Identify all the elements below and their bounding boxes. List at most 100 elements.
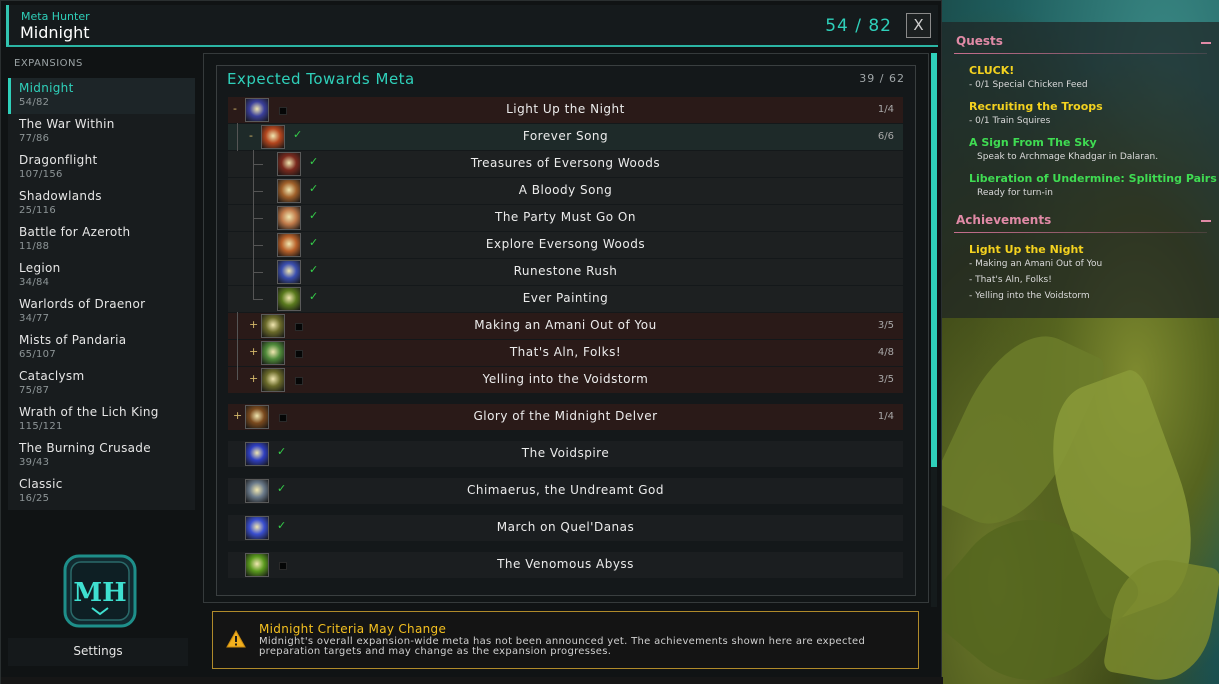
achievement-row[interactable]: ✓ Ever Painting — [228, 285, 903, 312]
achievement-name: Yelling into the Voidstorm — [482, 372, 649, 386]
achievements-divider — [954, 232, 1207, 233]
achievement-row[interactable]: + Yelling into the Voidstorm 3/5 — [228, 366, 903, 393]
sidebar-item[interactable]: Dragonflight 107/156 — [8, 150, 195, 186]
achievement-row[interactable]: ✓ The Voidspire — [228, 441, 903, 467]
achievement-row[interactable]: ✓ Explore Eversong Woods — [228, 231, 903, 259]
expansions-sidebar: EXPANSIONS Midnight 54/82 The War Within 77… — [8, 54, 195, 680]
quests-header[interactable]: Quests — [956, 34, 1003, 48]
achievement-row[interactable]: + Making an Amani Out of You 3/5 — [228, 312, 903, 340]
meta-hunter-logo: MH — [63, 554, 137, 628]
quest-objective: Ready for turn-in — [977, 188, 1053, 198]
sidebar-item-count: 77/86 — [19, 133, 50, 144]
warning-banner: Midnight Criteria May Change Midnight's … — [212, 611, 919, 669]
collapse-quests-icon[interactable] — [1201, 42, 1211, 44]
achievement-row[interactable]: - ✓ Forever Song 6/6 — [228, 123, 903, 151]
page-title: Midnight — [20, 23, 90, 42]
sidebar-item[interactable]: Shadowlands 25/116 — [8, 186, 195, 222]
quest-objective: - 0/1 Special Chicken Feed — [969, 80, 1088, 90]
achievement-name: Ever Painting — [522, 291, 609, 305]
sidebar-item-count: 65/107 — [19, 349, 56, 360]
sidebar-item-count: 11/88 — [19, 241, 50, 252]
scrollbar-track[interactable] — [931, 467, 937, 607]
sidebar-item-label: Dragonflight — [19, 153, 98, 167]
sidebar-item-label: The War Within — [19, 117, 115, 131]
sidebar-item-count: 34/77 — [19, 313, 50, 324]
sidebar-item-count: 75/87 — [19, 385, 50, 396]
sidebar-item-count: 34/84 — [19, 277, 50, 288]
achievement-row[interactable]: ✓ A Bloody Song — [228, 177, 903, 205]
achievement-name: Explore Eversong Woods — [485, 237, 646, 251]
sidebar-item-count: 39/43 — [19, 457, 50, 468]
achievement-name: Glory of the Midnight Delver — [473, 409, 658, 423]
panel-title: Expected Towards Meta — [227, 70, 415, 88]
achievement-row[interactable]: + Glory of the Midnight Delver 1/4 — [228, 404, 903, 430]
close-button[interactable]: X — [906, 13, 931, 38]
achievement-name: Forever Song — [522, 129, 609, 143]
sidebar-item[interactable]: Warlords of Draenor 34/77 — [8, 294, 195, 330]
achievement-progress: 6/6 — [877, 131, 894, 142]
quests-divider — [954, 53, 1207, 54]
sidebar-section-label: EXPANSIONS — [14, 58, 83, 69]
achievement-row[interactable]: The Venomous Abyss — [228, 552, 903, 578]
sidebar-item-label: Wrath of the Lich King — [19, 405, 159, 419]
achievement-row[interactable]: ✓ Treasures of Eversong Woods — [228, 150, 903, 178]
panel-progress: 39 / 62 — [859, 72, 905, 85]
sidebar-item[interactable]: Mists of Pandaria 65/107 — [8, 330, 195, 366]
achievements-header[interactable]: Achievements — [956, 213, 1051, 227]
meta-panel: Expected Towards Meta 39 / 62 - Light Up … — [216, 65, 916, 596]
sidebar-item[interactable]: The War Within 77/86 — [8, 114, 195, 150]
quest-objective: - 0/1 Train Squires — [969, 116, 1051, 126]
achievement-row[interactable]: ✓ March on Quel'Danas — [228, 515, 903, 541]
bottom-edge — [1, 677, 943, 684]
title-bar[interactable]: Meta Hunter Midnight 54 / 82 X — [6, 5, 938, 47]
warning-body: Midnight's overall expansion-wide meta h… — [259, 636, 866, 657]
quest-title[interactable]: Liberation of Undermine: Splitting Pairs — [969, 172, 1217, 185]
warning-title: Midnight Criteria May Change — [259, 622, 447, 636]
achievement-name: That's Aln, Folks! — [509, 345, 622, 359]
achievement-name: Chimaerus, the Undreamt God — [466, 483, 665, 497]
achievement-progress: 4/8 — [877, 347, 894, 358]
sidebar-item[interactable]: Classic 16/25 — [8, 474, 195, 510]
achievement-criteria: - Making an Amani Out of You — [969, 259, 1103, 269]
quest-title[interactable]: A Sign From The Sky — [969, 136, 1097, 149]
achievement-row[interactable]: + That's Aln, Folks! 4/8 — [228, 339, 903, 367]
sidebar-item[interactable]: The Burning Crusade 39/43 — [8, 438, 195, 474]
sidebar-item[interactable]: Battle for Azeroth 11/88 — [8, 222, 195, 258]
achievement-progress: 3/5 — [877, 320, 894, 331]
sidebar-item-count: 54/82 — [19, 97, 50, 108]
sidebar-item-label: Battle for Azeroth — [19, 225, 131, 239]
sidebar-item-label: Midnight — [19, 81, 74, 95]
quest-title[interactable]: CLUCK! — [969, 64, 1014, 77]
sidebar-item[interactable]: Legion 34/84 — [8, 258, 195, 294]
achievement-name: The Party Must Go On — [495, 210, 636, 224]
sidebar-item[interactable]: Wrath of the Lich King 115/121 — [8, 402, 195, 438]
achievement-row[interactable]: ✓ The Party Must Go On — [228, 204, 903, 232]
achievement-progress: 1/4 — [877, 411, 894, 422]
settings-button[interactable]: Settings — [8, 638, 188, 666]
app-name: Meta Hunter — [21, 10, 90, 23]
achievement-progress: 3/5 — [877, 374, 894, 385]
quest-title[interactable]: Recruiting the Troops — [969, 100, 1103, 113]
total-progress: 54 / 82 — [825, 16, 892, 36]
content-area: Expected Towards Meta 39 / 62 - Light Up … — [203, 53, 929, 603]
achievement-row[interactable]: ✓ Runestone Rush — [228, 258, 903, 286]
achievement-criteria: - That's Aln, Folks! — [969, 275, 1052, 285]
achievement-title[interactable]: Light Up the Night — [969, 243, 1084, 256]
scrollbar-thumb[interactable] — [931, 53, 937, 467]
quest-objective: Speak to Archmage Khadgar in Dalaran. — [977, 152, 1159, 162]
sidebar-item-label: Cataclysm — [19, 369, 85, 383]
achievement-row[interactable]: - Light Up the Night 1/4 — [228, 97, 903, 123]
achievement-name: Treasures of Eversong Woods — [470, 156, 661, 170]
collapse-achievements-icon[interactable] — [1201, 220, 1211, 222]
sidebar-item-count: 16/25 — [19, 493, 50, 504]
sidebar-item[interactable]: Midnight 54/82 — [8, 78, 195, 114]
achievement-name: A Bloody Song — [518, 183, 613, 197]
sidebar-item-count: 107/156 — [19, 169, 63, 180]
objective-tracker: Quests CLUCK! - 0/1 Special Chicken Feed… — [942, 22, 1219, 318]
achievement-row[interactable]: ✓ Chimaerus, the Undreamt God — [228, 478, 903, 504]
sidebar-item[interactable]: Cataclysm 75/87 — [8, 366, 195, 402]
achievement-name: The Voidspire — [521, 446, 610, 460]
logo-text: MH — [73, 578, 126, 608]
achievement-name: The Venomous Abyss — [497, 557, 634, 571]
achievement-name: Light Up the Night — [506, 102, 625, 116]
